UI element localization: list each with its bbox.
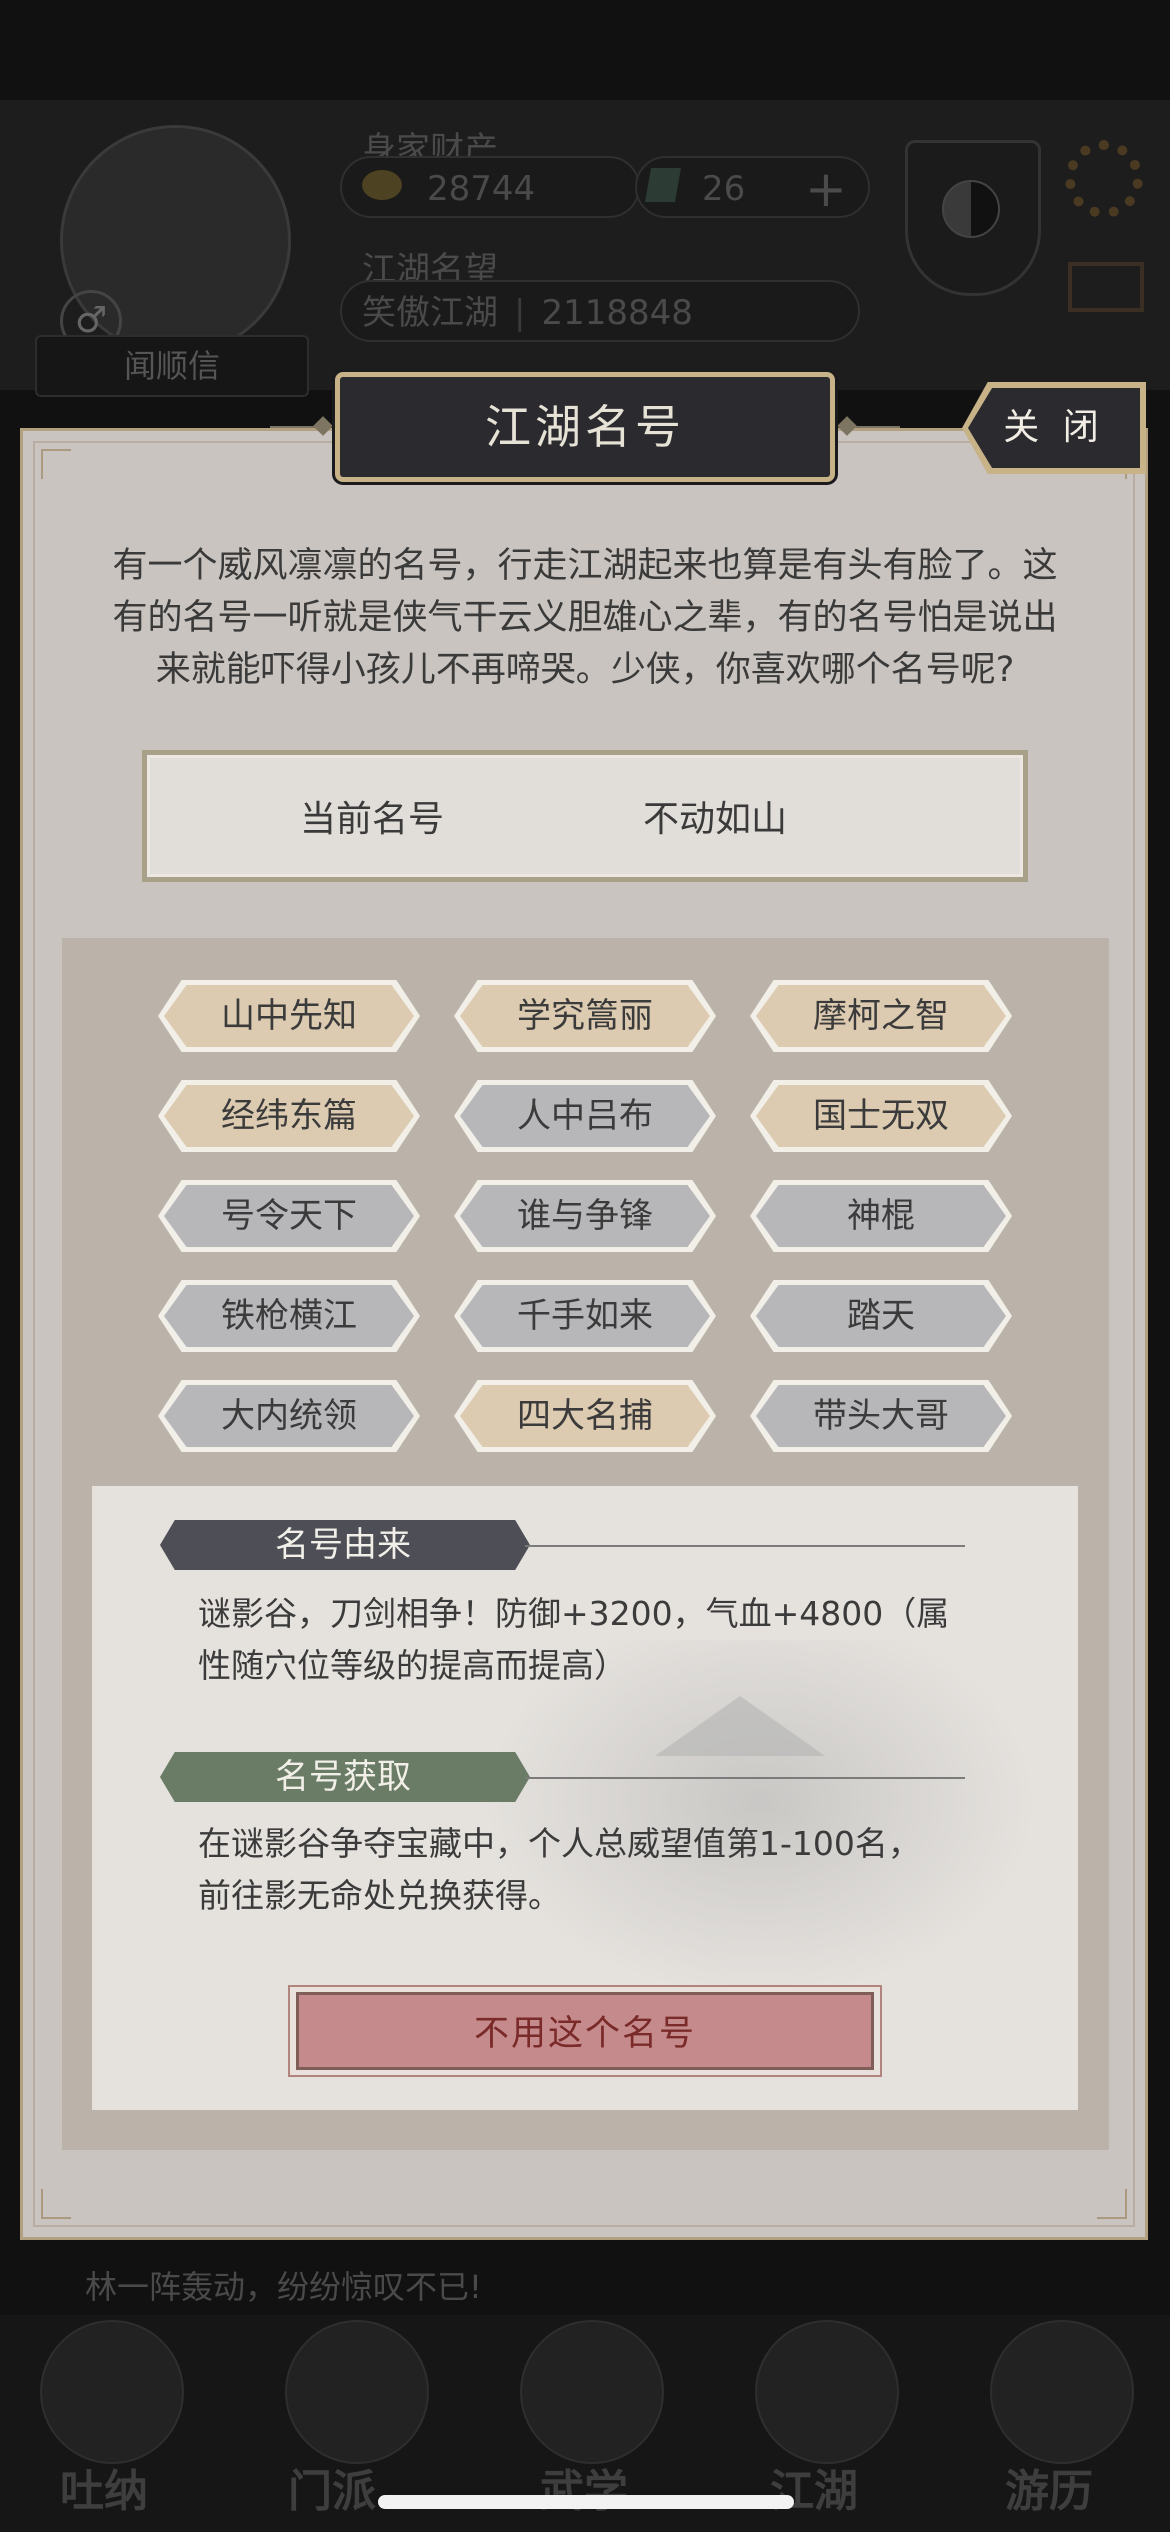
tab-icon-1 <box>40 2320 184 2464</box>
title-option-label: 大内统领 <box>221 1396 357 1436</box>
title-option[interactable]: 铁枪横江 <box>158 1280 420 1352</box>
title-option[interactable]: 学究篙丽 <box>454 980 716 1052</box>
tab-icon-4 <box>755 2320 899 2464</box>
add-gems-icon: + <box>805 160 847 218</box>
coins-value: 28744 <box>427 169 536 209</box>
coin-icon <box>362 170 402 200</box>
tab-jianghu: 江湖 <box>770 2466 858 2517</box>
title-option[interactable]: 大内统领 <box>158 1380 420 1452</box>
no-use-title-button[interactable]: 不用这个名号 <box>296 1992 874 2070</box>
gear-icon <box>1065 140 1143 218</box>
tab-icon-3 <box>520 2320 664 2464</box>
corner-ornament <box>1097 2189 1127 2219</box>
title-option-label: 踏天 <box>847 1296 915 1336</box>
title-option[interactable]: 神棍 <box>750 1180 1012 1252</box>
title-option-label: 谁与争锋 <box>517 1196 653 1236</box>
title-option-label: 人中吕布 <box>517 1096 653 1136</box>
obtain-heading: 名号获取 <box>160 1752 530 1802</box>
tab-travel: 游历 <box>1005 2466 1093 2517</box>
origin-divider <box>525 1545 965 1547</box>
close-button[interactable]: 关 闭 <box>968 388 1140 468</box>
news-ticker: 林一阵轰动，纷纷惊叹不已! <box>85 2268 482 2306</box>
title-option-label: 带头大哥 <box>813 1396 949 1436</box>
dialog-description: 有一个威风凛凛的名号，行走江湖起来也算是有头有脸了。这有的名号一听就是侠气干云义… <box>112 546 1058 690</box>
tab-icon-5 <box>990 2320 1134 2464</box>
origin-text-line-2: 性随穴位等级的提高而提高） <box>198 1646 627 1685</box>
tab-sect: 门派 <box>288 2466 376 2517</box>
yinyang-icon <box>942 180 1000 238</box>
title-option-label: 四大名捕 <box>517 1396 653 1436</box>
tab-breathing: 吐纳 <box>60 2466 148 2517</box>
tab-martial: 武学 <box>540 2466 628 2517</box>
title-option[interactable]: 摩柯之智 <box>750 980 1012 1052</box>
title-option-label: 号令天下 <box>221 1196 357 1236</box>
title-option[interactable]: 经纬东篇 <box>158 1080 420 1152</box>
title-option[interactable]: 谁与争锋 <box>454 1180 716 1252</box>
title-option-label: 铁枪横江 <box>221 1296 357 1336</box>
title-option[interactable]: 国士无双 <box>750 1080 1012 1152</box>
current-title-value: 不动如山 <box>643 799 788 840</box>
title-option[interactable]: 人中吕布 <box>454 1080 716 1152</box>
reputation-pill: 笑傲江湖 | 2118848 <box>340 280 860 342</box>
title-option[interactable]: 四大名捕 <box>454 1380 716 1452</box>
current-title-box <box>142 750 1028 882</box>
title-option-label: 经纬东篇 <box>221 1096 357 1136</box>
obtain-text-line-2: 前往影无命处兑换获得。 <box>198 1876 561 1915</box>
title-option[interactable]: 踏天 <box>750 1280 1012 1352</box>
title-ornament-right <box>837 415 900 439</box>
origin-heading: 名号由来 <box>160 1520 530 1570</box>
title-option[interactable]: 号令天下 <box>158 1180 420 1252</box>
title-option-label: 学究篙丽 <box>517 996 653 1036</box>
gems-value: 26 <box>702 169 746 209</box>
title-option[interactable]: 千手如来 <box>454 1280 716 1352</box>
title-option-label: 摩柯之智 <box>813 996 949 1036</box>
title-option-label: 山中先知 <box>221 996 357 1036</box>
title-option[interactable]: 山中先知 <box>158 980 420 1052</box>
obtain-divider <box>525 1777 965 1779</box>
title-option-label: 国士无双 <box>813 1096 949 1136</box>
current-title-label: 当前名号 <box>300 799 445 840</box>
corner-ornament <box>41 2189 71 2219</box>
title-name: 笑傲江湖 <box>362 293 498 333</box>
corner-ornament <box>41 449 71 479</box>
title-option[interactable]: 带头大哥 <box>750 1380 1012 1452</box>
gem-icon <box>645 168 681 202</box>
title-ornament-left <box>270 415 333 439</box>
obtain-text-line-1: 在谜影谷争夺宝藏中，个人总威望值第1-100名， <box>198 1824 921 1863</box>
dialog-title: 江湖名号 <box>335 372 835 482</box>
title-option-label: 千手如来 <box>517 1296 653 1336</box>
reputation-value: 2118848 <box>541 293 693 333</box>
mail-icon <box>1068 262 1144 312</box>
origin-text-line-1: 谜影谷，刀剑相争！防御+3200，气血+4800（属 <box>198 1594 950 1633</box>
home-indicator <box>378 2495 794 2509</box>
title-option-label: 神棍 <box>847 1196 915 1236</box>
player-name: 闻顺信 <box>35 335 309 397</box>
tab-icon-2 <box>285 2320 429 2464</box>
dialog-title-plate: 江湖名号 <box>335 372 835 482</box>
